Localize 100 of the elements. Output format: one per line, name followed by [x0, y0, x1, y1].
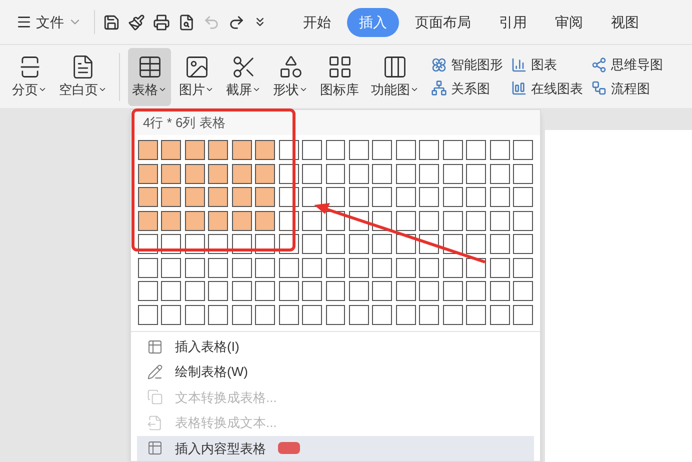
- table-grid-cell[interactable]: [372, 187, 392, 208]
- table-grid-cell[interactable]: [513, 234, 533, 254]
- table-grid-cell[interactable]: [490, 210, 510, 231]
- table-grid-cell[interactable]: [326, 187, 346, 208]
- table-grid-cell[interactable]: [348, 281, 369, 302]
- table-grid-cell[interactable]: [208, 140, 228, 160]
- table-grid-cell[interactable]: [396, 140, 416, 160]
- table-grid-cell[interactable]: [419, 258, 440, 278]
- table-grid-cell[interactable]: [442, 304, 463, 325]
- ribbon-small-button[interactable]: 在线图表: [511, 78, 583, 98]
- table-grid-cell[interactable]: [326, 281, 346, 302]
- menu-item[interactable]: 绘制表格(W): [137, 359, 534, 385]
- table-grid-cell[interactable]: [208, 281, 228, 302]
- table-grid-cell[interactable]: [184, 258, 205, 278]
- table-grid-cell[interactable]: [490, 258, 510, 278]
- menu-item[interactable]: 插入内容型表格: [137, 436, 534, 462]
- table-grid-cell[interactable]: [232, 164, 252, 184]
- table-grid-cell[interactable]: [513, 258, 533, 278]
- ribbon-button[interactable]: 表格: [128, 48, 171, 106]
- table-grid-cell[interactable]: [372, 281, 392, 302]
- table-grid-cell[interactable]: [302, 304, 322, 325]
- table-grid-cell[interactable]: [396, 164, 416, 184]
- table-grid-cell[interactable]: [490, 140, 510, 160]
- table-grid-cell[interactable]: [348, 140, 369, 160]
- table-grid-cell[interactable]: [396, 187, 416, 208]
- table-grid-cell[interactable]: [278, 258, 299, 278]
- table-grid-cell[interactable]: [232, 258, 252, 278]
- table-grid-cell[interactable]: [513, 187, 533, 208]
- table-grid-cell[interactable]: [466, 281, 486, 302]
- table-grid-cell[interactable]: [466, 210, 486, 231]
- table-grid-cell[interactable]: [302, 258, 322, 278]
- table-grid-cell[interactable]: [255, 164, 276, 184]
- table-grid-cell[interactable]: [302, 281, 322, 302]
- table-grid-cell[interactable]: [466, 164, 486, 184]
- table-grid-cell[interactable]: [232, 140, 252, 160]
- table-grid-cell[interactable]: [490, 164, 510, 184]
- table-grid-cell[interactable]: [442, 164, 463, 184]
- table-grid-cell[interactable]: [466, 140, 486, 160]
- table-grid-cell[interactable]: [278, 281, 299, 302]
- table-grid-cell[interactable]: [161, 187, 182, 208]
- menu-item[interactable]: 插入表格(I): [137, 334, 534, 360]
- table-grid-cell[interactable]: [372, 140, 392, 160]
- table-grid-cell[interactable]: [184, 210, 205, 231]
- table-grid-cell[interactable]: [396, 210, 416, 231]
- table-grid-cell[interactable]: [348, 234, 369, 254]
- table-grid-cell[interactable]: [326, 258, 346, 278]
- table-grid-cell[interactable]: [490, 304, 510, 325]
- ribbon-small-button[interactable]: 关系图: [431, 78, 503, 98]
- table-grid-cell[interactable]: [302, 187, 322, 208]
- table-grid-cell[interactable]: [138, 258, 158, 278]
- table-grid-cell[interactable]: [372, 234, 392, 254]
- table-grid-cell[interactable]: [138, 187, 158, 208]
- table-grid-cell[interactable]: [138, 164, 158, 184]
- table-grid-cell[interactable]: [348, 258, 369, 278]
- table-grid-cell[interactable]: [184, 164, 205, 184]
- ribbon-small-button[interactable]: 图表: [511, 55, 583, 74]
- table-grid-cell[interactable]: [138, 210, 158, 231]
- table-grid-cell[interactable]: [161, 140, 182, 160]
- table-grid-cell[interactable]: [138, 140, 158, 160]
- table-grid-cell[interactable]: [302, 140, 322, 160]
- table-grid-cell[interactable]: [255, 258, 276, 278]
- table-grid-cell[interactable]: [513, 140, 533, 160]
- table-grid-cell[interactable]: [396, 258, 416, 278]
- table-grid-cell[interactable]: [208, 164, 228, 184]
- ribbon-button[interactable]: 形状: [269, 48, 312, 106]
- table-grid-cell[interactable]: [302, 164, 322, 184]
- brush-icon[interactable]: [128, 14, 145, 30]
- table-grid-cell[interactable]: [208, 187, 228, 208]
- table-grid-cell[interactable]: [161, 210, 182, 231]
- table-grid-cell[interactable]: [208, 210, 228, 231]
- redo-icon[interactable]: [228, 14, 245, 30]
- ribbon-button[interactable]: 图片: [175, 48, 218, 106]
- table-grid-cell[interactable]: [184, 281, 205, 302]
- table-grid-cell[interactable]: [326, 304, 346, 325]
- table-grid-cell[interactable]: [466, 187, 486, 208]
- table-grid-cell[interactable]: [232, 187, 252, 208]
- table-grid-cell[interactable]: [490, 234, 510, 254]
- ribbon-button[interactable]: 功能图: [367, 48, 423, 106]
- table-grid-cell[interactable]: [161, 164, 182, 184]
- print-icon[interactable]: [153, 14, 170, 30]
- table-grid-cell[interactable]: [348, 187, 369, 208]
- table-grid-cell[interactable]: [513, 210, 533, 231]
- table-grid-cell[interactable]: [419, 187, 440, 208]
- table-grid-cell[interactable]: [442, 258, 463, 278]
- preview-icon[interactable]: [178, 14, 195, 30]
- table-grid-cell[interactable]: [255, 281, 276, 302]
- table-grid-cell[interactable]: [419, 304, 440, 325]
- table-grid-cell[interactable]: [348, 304, 369, 325]
- table-grid-cell[interactable]: [513, 164, 533, 184]
- table-grid-cell[interactable]: [184, 140, 205, 160]
- table-grid-cell[interactable]: [442, 281, 463, 302]
- table-grid-cell[interactable]: [419, 140, 440, 160]
- table-grid-cell[interactable]: [490, 187, 510, 208]
- table-grid-cell[interactable]: [419, 210, 440, 231]
- table-grid-cell[interactable]: [302, 210, 322, 231]
- table-grid-cell[interactable]: [255, 187, 276, 208]
- table-grid-cell[interactable]: [490, 281, 510, 302]
- table-grid-cell[interactable]: [348, 164, 369, 184]
- table-grid-cell[interactable]: [161, 281, 182, 302]
- table-grid-cell[interactable]: [138, 304, 158, 325]
